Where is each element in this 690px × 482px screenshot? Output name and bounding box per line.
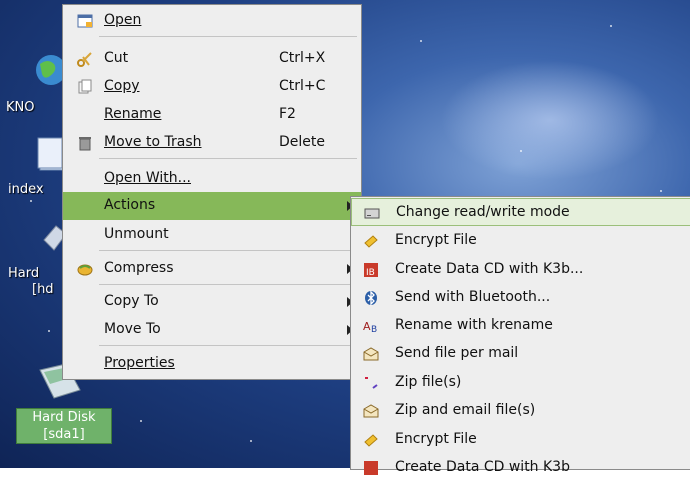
star	[48, 330, 50, 332]
menu-item-label: Change read/write mode	[396, 204, 570, 220]
star	[420, 40, 422, 42]
menu-item-label: Actions	[104, 197, 156, 213]
menu-item-label: Copy To	[104, 293, 159, 309]
svg-text:A: A	[363, 320, 371, 333]
shortcut-text: F2	[279, 106, 296, 122]
compress-icon	[77, 264, 93, 276]
menu-item-copy[interactable]: Copy Ctrl+C	[63, 73, 361, 101]
menu-item-label: Compress	[104, 260, 174, 276]
menu-item-compress[interactable]: Compress	[63, 255, 361, 283]
copy-icon	[78, 79, 92, 94]
menu-item-open-with[interactable]: Open With...	[63, 165, 361, 193]
shortcut-text: Ctrl+X	[279, 50, 326, 66]
submenu-item-encrypt-file-2[interactable]: Encrypt File	[351, 426, 690, 454]
submenu-item-send-file-per-mail[interactable]: Send file per mail	[351, 340, 690, 368]
encrypt-icon	[364, 235, 378, 248]
menu-item-label: Cut	[104, 50, 129, 66]
svg-text:IB: IB	[366, 268, 375, 278]
menu-item-actions[interactable]: Actions	[63, 192, 361, 220]
submenu-item-encrypt-file[interactable]: Encrypt File	[351, 227, 690, 255]
nebula-glow	[440, 60, 660, 180]
menu-item-label: Encrypt File	[395, 232, 477, 248]
menu-item-label: Create Data CD with K3b	[395, 459, 570, 475]
context-menu: Open Cut Ctrl+X Copy Ctrl+C Rename F2 Mo…	[62, 4, 362, 380]
menu-item-label: Create Data CD with K3b...	[395, 261, 584, 277]
menu-item-label: Open	[104, 12, 142, 28]
menu-item-label: Zip and email file(s)	[395, 402, 536, 418]
drive-name: Hard Disk	[32, 410, 96, 425]
drive-icon	[364, 208, 380, 219]
menu-item-label: Copy	[104, 78, 140, 94]
menu-item-unmount[interactable]: Unmount	[63, 221, 361, 249]
menu-item-copy-to[interactable]: Copy To	[63, 288, 361, 316]
menu-item-cut[interactable]: Cut Ctrl+X	[63, 45, 361, 73]
menu-item-move-to-trash[interactable]: Move to Trash Delete	[63, 129, 361, 157]
shortcut-text: Ctrl+C	[279, 78, 326, 94]
trash-icon	[79, 137, 91, 151]
menu-item-label: Move To	[104, 321, 161, 337]
desktop-icon-label: KNO	[6, 100, 35, 115]
scissors-icon	[77, 52, 92, 67]
star	[660, 190, 662, 192]
menu-item-label: Rename with krename	[395, 317, 553, 333]
selected-icon-label: Hard Disk [sda1]	[16, 408, 112, 444]
menu-separator	[99, 250, 357, 251]
menu-item-label: Zip file(s)	[395, 374, 462, 390]
star	[610, 25, 612, 27]
submenu-item-zip-files[interactable]: Zip file(s)	[351, 369, 690, 397]
menu-separator	[99, 284, 357, 285]
star	[140, 420, 142, 422]
menu-item-label: Properties	[104, 355, 175, 371]
submenu-item-create-data-cd-k3b[interactable]: IB Create Data CD with K3b...	[351, 256, 690, 284]
star	[520, 150, 522, 152]
desktop-icon-label: [hd	[32, 282, 54, 297]
desktop-icon-label: Hard	[8, 266, 40, 281]
menu-item-label: Unmount	[104, 226, 169, 242]
menu-item-label: Encrypt File	[395, 431, 477, 447]
zip-mail-icon	[363, 404, 379, 418]
menu-item-label: Send file per mail	[395, 345, 519, 361]
menu-separator	[99, 158, 357, 159]
menu-item-label: Move to Trash	[104, 134, 202, 150]
menu-item-move-to[interactable]: Move To	[63, 316, 361, 344]
submenu-item-create-data-cd-k3b-2[interactable]: Create Data CD with K3b	[351, 454, 690, 482]
krename-icon: AB	[363, 320, 377, 334]
menu-item-label: Open With...	[104, 170, 191, 186]
zip-icon	[365, 377, 378, 389]
k3b-icon: IB	[364, 263, 378, 278]
window-icon	[77, 14, 93, 28]
star	[250, 440, 252, 442]
desktop-icon-label: index	[8, 182, 44, 197]
submenu-item-change-read-write-mode[interactable]: Change read/write mode	[351, 198, 690, 226]
menu-item-open[interactable]: Open	[63, 7, 361, 35]
submenu-item-zip-and-email[interactable]: Zip and email file(s)	[351, 397, 690, 425]
menu-item-rename[interactable]: Rename F2	[63, 101, 361, 129]
bluetooth-icon	[365, 290, 377, 306]
actions-submenu: Change read/write mode Encrypt File IB C…	[350, 196, 690, 475]
k3b-icon	[364, 461, 378, 475]
svg-text:B: B	[371, 325, 377, 334]
menu-item-properties[interactable]: Properties	[63, 350, 361, 378]
shortcut-text: Delete	[279, 134, 325, 150]
mail-icon	[363, 347, 379, 361]
submenu-item-rename-krename[interactable]: AB Rename with krename	[351, 312, 690, 340]
star	[30, 200, 32, 202]
menu-separator	[99, 36, 357, 37]
drive-device: [sda1]	[43, 427, 85, 442]
submenu-item-send-bluetooth[interactable]: Send with Bluetooth...	[351, 284, 690, 312]
menu-item-label: Rename	[104, 106, 162, 122]
menu-separator	[99, 345, 357, 346]
menu-item-label: Send with Bluetooth...	[395, 289, 551, 305]
encrypt-icon	[364, 434, 378, 447]
